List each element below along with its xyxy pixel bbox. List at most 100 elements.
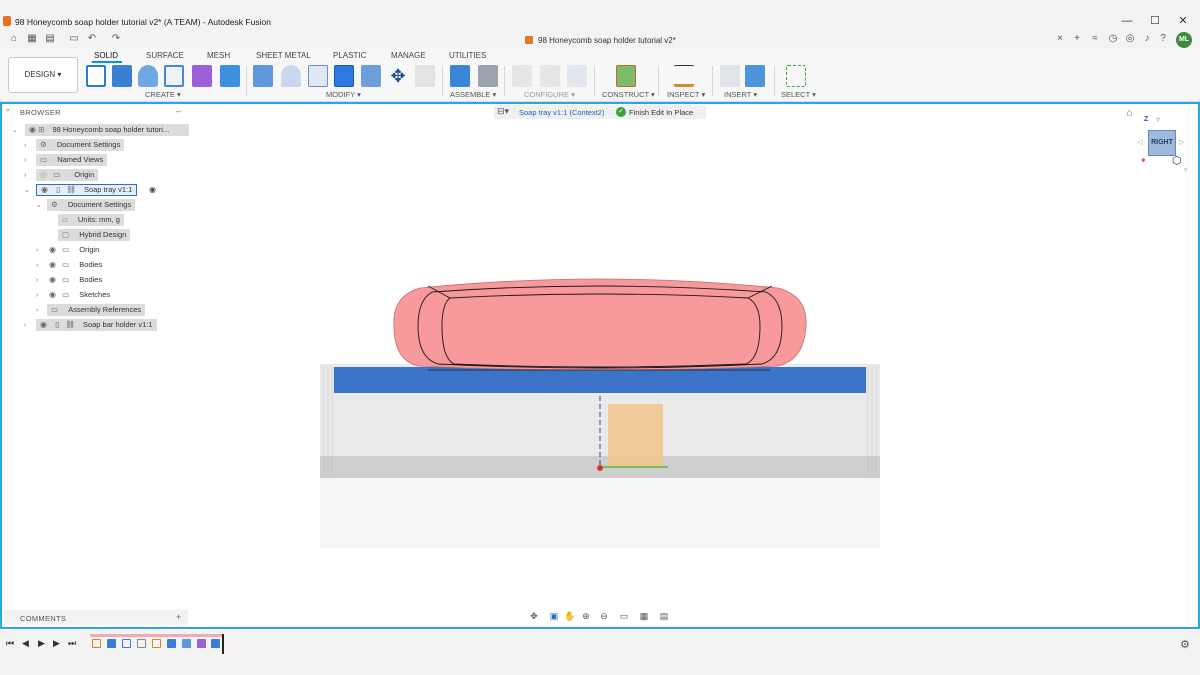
online-status-icon[interactable]: ◷	[1107, 33, 1119, 45]
save-icon[interactable]: ▭	[68, 33, 80, 45]
file-menu-icon[interactable]: ▤	[44, 33, 56, 45]
soap-bar-body[interactable]	[393, 278, 807, 371]
tab-plastic[interactable]: PLASTIC	[333, 51, 366, 60]
redo-icon[interactable]: ↷	[110, 33, 122, 45]
align-icon[interactable]	[415, 65, 435, 87]
component-context-icon[interactable]: ⊟▾	[497, 106, 509, 117]
viewcube-face-right[interactable]: RIGHT	[1148, 130, 1176, 156]
configure-icon[interactable]	[512, 65, 532, 87]
timeline-marker[interactable]	[222, 634, 224, 654]
browser-item-hybrid-design[interactable]: ▢ Hybrid Design	[58, 229, 131, 241]
timeline-combine-feature[interactable]	[211, 639, 220, 648]
tab-sheet-metal[interactable]: SHEET METAL	[256, 51, 311, 60]
new-tab-icon[interactable]: +	[1071, 33, 1083, 45]
visibility-eye-icon[interactable]: ◉	[41, 185, 48, 194]
display-settings-icon[interactable]: ▭	[618, 610, 630, 622]
workspace-switcher[interactable]: DESIGN ▾	[8, 57, 78, 93]
revolve-icon[interactable]	[138, 65, 158, 87]
document-tab-title[interactable]: 98 Honeycomb soap holder tutorial v2*	[538, 36, 676, 45]
timeline-next-icon[interactable]: ▶	[53, 638, 60, 649]
configure-rules-icon[interactable]	[567, 65, 587, 87]
model-geometry[interactable]	[300, 260, 900, 590]
group-modify[interactable]: MODIFY ▾	[326, 90, 361, 99]
chevron-down-icon[interactable]: ▿	[1156, 115, 1160, 124]
group-create[interactable]: CREATE ▾	[145, 90, 181, 99]
chevron-right-icon[interactable]: ›	[24, 154, 26, 166]
tab-mesh[interactable]: MESH	[207, 51, 230, 60]
notification-icon[interactable]: ♪	[1141, 33, 1153, 45]
job-status-icon[interactable]: ◎	[1124, 33, 1136, 45]
browser-item-component-origin[interactable]: ◉ ▭ Origin	[49, 244, 99, 256]
timeline-extrude-feature[interactable]	[107, 639, 116, 648]
sweep-icon[interactable]	[164, 65, 184, 87]
group-select[interactable]: SELECT ▾	[781, 90, 816, 99]
joint-icon[interactable]	[478, 65, 498, 87]
home-icon[interactable]: ⌂	[8, 33, 20, 45]
rotate-right-icon[interactable]: ▷	[1179, 138, 1184, 146]
timeline-prev-icon[interactable]: ◀	[22, 638, 29, 649]
finish-edit-in-place-button[interactable]: Finish Edit In Place	[629, 108, 693, 117]
group-construct[interactable]: CONSTRUCT ▾	[602, 90, 655, 99]
visibility-eye-icon[interactable]: ◉	[49, 245, 56, 254]
box-icon[interactable]	[220, 65, 240, 87]
look-at-icon[interactable]: ▣	[548, 610, 560, 622]
insert-image-icon[interactable]	[745, 65, 765, 87]
chamfer-icon[interactable]	[308, 65, 328, 87]
data-panel-icon[interactable]: ≈	[1089, 33, 1101, 45]
checkmark-icon[interactable]: ✓	[616, 107, 626, 117]
add-comment-button[interactable]: +	[176, 612, 181, 622]
group-inspect[interactable]: INSPECT ▾	[667, 90, 705, 99]
timeline-sketch-feature[interactable]	[152, 639, 161, 648]
timeline-settings-icon[interactable]: ⚙	[1180, 638, 1190, 651]
browser-item-origin[interactable]: ◎ ▭ Origin	[36, 169, 99, 181]
viewports-icon[interactable]: ▤	[658, 610, 670, 622]
orbit-icon[interactable]: ✥	[528, 610, 540, 622]
origin-point[interactable]	[597, 465, 603, 471]
help-icon[interactable]: ?	[1157, 33, 1169, 45]
browser-collapse-icon[interactable]: «	[6, 107, 10, 114]
combine-icon[interactable]	[334, 65, 354, 87]
timeline-end-icon[interactable]: ⏭	[68, 638, 76, 649]
tab-surface[interactable]: SURFACE	[146, 51, 184, 60]
fillet-icon[interactable]	[281, 65, 301, 87]
browser-minimize[interactable]: –	[176, 106, 181, 116]
timeline-start-icon[interactable]: ⏮	[6, 638, 14, 649]
activate-radio-icon[interactable]: ◉	[149, 185, 156, 194]
move-copy-icon[interactable]: ✥	[388, 65, 408, 87]
browser-item-units[interactable]: ▱ Units: mm, g	[58, 214, 124, 226]
grid-settings-icon[interactable]: ▦	[638, 610, 650, 622]
create-form-icon[interactable]	[192, 65, 212, 87]
chevron-right-icon[interactable]: ›	[24, 319, 26, 331]
extrude-icon[interactable]	[112, 65, 132, 87]
group-assemble[interactable]: ASSEMBLE ▾	[450, 90, 496, 99]
timeline-extrude-feature[interactable]	[167, 639, 176, 648]
chevron-down-icon[interactable]: ⌄	[36, 199, 42, 211]
browser-item-document-settings[interactable]: ⚙ Document Settings	[36, 139, 125, 151]
measure-icon[interactable]	[674, 65, 694, 87]
browser-item-component-settings[interactable]: ⚙ Document Settings	[47, 199, 136, 211]
browser-item-root[interactable]: ◉ ⊞ 98 Honeycomb soap holder tutori...	[25, 124, 189, 136]
fit-icon[interactable]: ⊖	[598, 610, 610, 622]
pan-icon[interactable]: ✋	[564, 610, 576, 622]
visibility-eye-icon[interactable]: ◉	[49, 260, 56, 269]
maximize-button[interactable]: ☐	[1148, 14, 1162, 28]
chevron-right-icon[interactable]: ›	[36, 244, 38, 256]
hidden-eye-icon[interactable]: ◎	[40, 170, 47, 179]
zoom-icon[interactable]: ⊕	[580, 610, 592, 622]
shell-icon[interactable]	[361, 65, 381, 87]
insert-derive-icon[interactable]	[720, 65, 740, 87]
visibility-eye-icon[interactable]: ◉	[49, 290, 56, 299]
home-view-icon[interactable]: ⌂	[1126, 107, 1133, 119]
visibility-eye-icon[interactable]: ◉	[49, 275, 56, 284]
new-component-icon[interactable]	[450, 65, 470, 87]
chevron-right-icon[interactable]: ›	[36, 289, 38, 301]
viewcube-menu-icon[interactable]: ▿	[1184, 166, 1188, 174]
chevron-right-icon[interactable]: ›	[36, 274, 38, 286]
chevron-right-icon[interactable]: ›	[24, 139, 26, 151]
browser-item-soap-bar-holder[interactable]: ◉ ▯ ⛓ Soap bar holder v1:1	[36, 319, 157, 331]
tab-manage[interactable]: MANAGE	[391, 51, 426, 60]
document-tab-close[interactable]: ×	[1054, 33, 1066, 45]
timeline-form-feature[interactable]	[197, 639, 206, 648]
browser-item-bodies-2[interactable]: ◉ ▭ Bodies	[49, 274, 102, 286]
select-icon[interactable]	[786, 65, 806, 87]
